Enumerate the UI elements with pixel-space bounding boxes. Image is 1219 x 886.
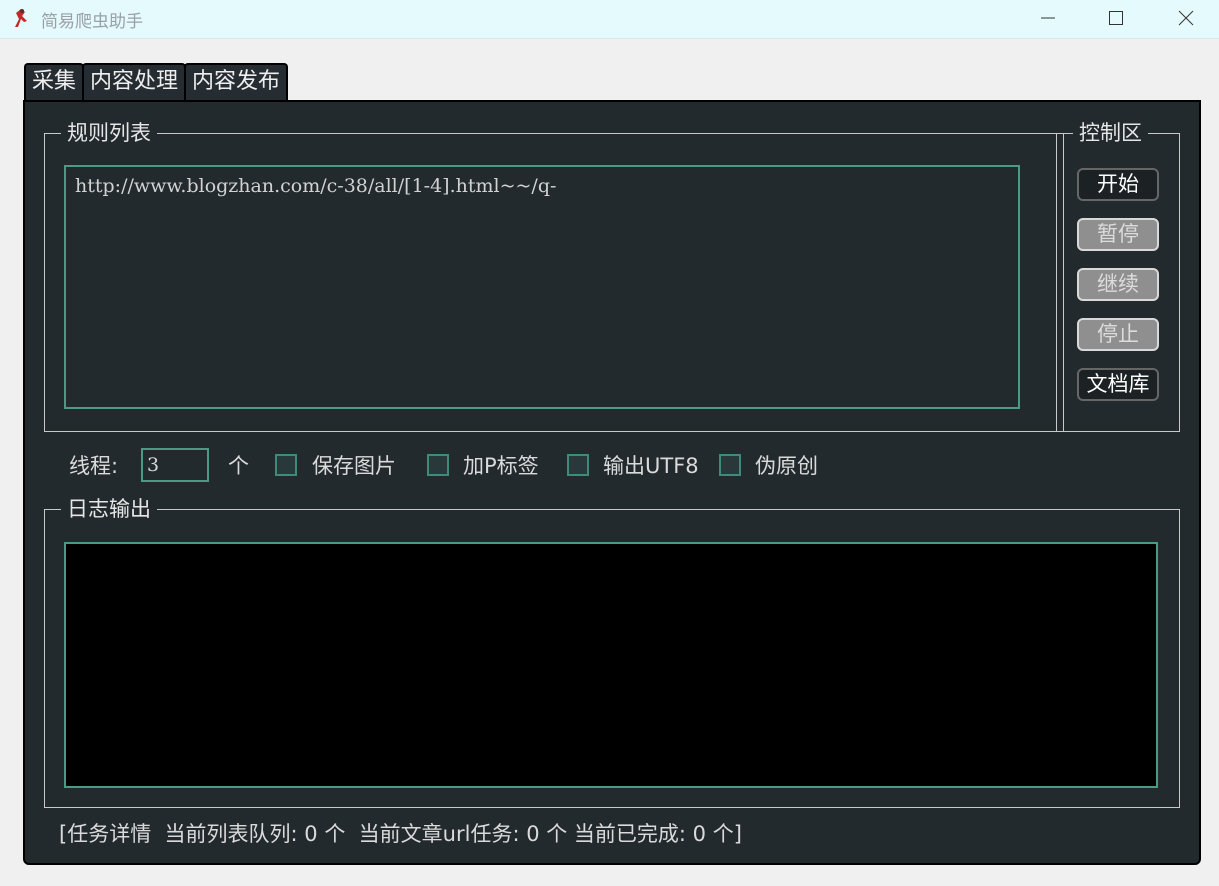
minimize-icon [1041,17,1055,19]
pause-button[interactable]: 暂停 [1077,218,1159,251]
stop-button[interactable]: 停止 [1077,318,1159,351]
add-p-tag-checkbox[interactable] [427,454,449,476]
minimize-button[interactable] [1026,0,1070,36]
control-group: 控制区 开始 暂停 继续 停止 文档库 [1056,117,1180,432]
maximize-button[interactable] [1094,0,1138,36]
tab-collect[interactable]: 采集 [24,63,85,101]
threads-label: 线程: [69,454,119,478]
start-button[interactable]: 开始 [1077,168,1159,201]
save-images-label: 保存图片 [312,454,396,478]
window-title: 简易爬虫助手 [41,12,143,32]
threads-unit: 个 [228,454,249,478]
task-status: [任务详情 当前列表队列: 0 个 当前文章url任务: 0 个 当前已完成: … [59,822,742,846]
log-group: 日志输出 [44,493,1180,808]
rules-legend: 规则列表 [61,117,157,149]
add-p-tag-label: 加P标签 [463,454,539,478]
save-images-checkbox[interactable] [275,454,297,476]
threads-input[interactable]: 3 [141,448,209,482]
title-bar: 简易爬虫助手 [0,0,1219,39]
close-icon [1178,10,1194,26]
maximize-icon [1109,11,1123,25]
resume-button[interactable]: 继续 [1077,268,1159,301]
collect-panel: 规则列表 http://www.blogzhan.com/c-38/all/[1… [23,100,1201,865]
log-legend: 日志输出 [61,493,157,525]
tab-content-processing[interactable]: 内容处理 [82,63,187,101]
tab-content-publish[interactable]: 内容发布 [184,63,289,101]
control-legend: 控制区 [1073,117,1148,149]
document-library-button[interactable]: 文档库 [1077,368,1159,401]
rules-group: 规则列表 http://www.blogzhan.com/c-38/all/[1… [44,117,1064,432]
pseudo-original-label: 伪原创 [755,454,818,478]
log-output-area[interactable] [64,542,1158,788]
app-logo-icon [10,7,32,29]
output-utf8-label: 输出UTF8 [603,454,699,478]
rule-text: http://www.blogzhan.com/c-38/all/[1-4].h… [75,175,557,197]
close-button[interactable] [1164,0,1208,36]
pseudo-original-checkbox[interactable] [719,454,741,476]
output-utf8-checkbox[interactable] [567,454,589,476]
tab-bar: 采集 内容处理 内容发布 [24,63,289,101]
rules-textarea[interactable]: http://www.blogzhan.com/c-38/all/[1-4].h… [64,165,1020,409]
